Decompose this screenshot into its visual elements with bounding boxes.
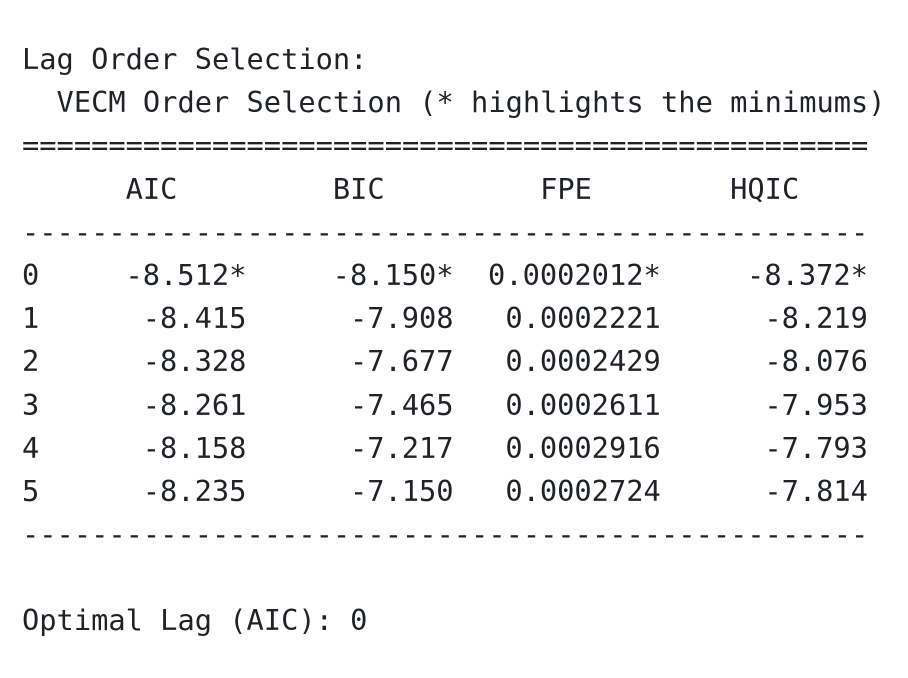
- bic-cell: -7.908: [349, 301, 454, 336]
- aic-cell: -8.158: [142, 430, 247, 465]
- section-heading: Lag Order Selection:: [22, 42, 368, 76]
- bic-cell: -7.217: [349, 430, 454, 465]
- fpe-cell: 0.0002724: [505, 473, 661, 508]
- table-row: 1 -8.415 -7.908 0.0002221 -8.219: [22, 297, 886, 340]
- table-row: 5 -8.235 -7.150 0.0002724 -7.814: [22, 470, 886, 513]
- table-title: VECM Order Selection (* highlights the m…: [22, 85, 886, 120]
- hqic-cell: -7.793: [764, 430, 868, 465]
- fpe-cell: 0.0002221: [505, 301, 661, 336]
- hqic-cell: -8.219: [764, 301, 868, 336]
- fpe-cell: 0.0002611: [505, 387, 661, 422]
- lag-cell: 0: [22, 257, 40, 292]
- bic-cell: -7.150: [349, 473, 454, 508]
- aic-cell: -8.261: [142, 387, 247, 422]
- hqic-cell: -7.953: [764, 387, 868, 422]
- hqic-cell: -7.814: [764, 473, 868, 508]
- aic-cell: -8.415: [142, 301, 247, 336]
- table-row: 0 -8.512* -8.150* 0.0002012* -8.372*: [22, 254, 886, 297]
- single-rule-bottom: ----------------------------------------…: [22, 517, 869, 552]
- bic-cell: -7.465: [349, 387, 454, 422]
- lag-cell: 3: [22, 387, 40, 422]
- table-body: 0 -8.512* -8.150* 0.0002012* -8.372* 1 -8.415 -…: [22, 254, 886, 513]
- hqic-cell: -8.076: [764, 344, 868, 379]
- table-row: 2 -8.328 -7.677 0.0002429 -8.076: [22, 340, 886, 383]
- fpe-cell: 0.0002012*: [488, 257, 661, 292]
- lag-cell: 1: [22, 301, 40, 336]
- table-row: 4 -8.158 -7.217 0.0002916 -7.793: [22, 427, 886, 470]
- table-row: 3 -8.261 -7.465 0.0002611 -7.953: [22, 384, 886, 427]
- double-rule: ========================================…: [22, 128, 869, 163]
- bic-cell: -7.677: [349, 344, 454, 379]
- bic-cell: -8.150*: [332, 257, 454, 292]
- lag-cell: 5: [22, 473, 40, 508]
- fpe-cell: 0.0002429: [505, 344, 661, 379]
- optimal-lag-line: Optimal Lag (AIC): 0: [22, 603, 368, 638]
- table-header: AIC BIC FPE HQIC: [22, 171, 834, 206]
- lag-cell: 2: [22, 344, 40, 379]
- single-rule-top: ----------------------------------------…: [22, 214, 869, 249]
- lag-cell: 4: [22, 430, 40, 465]
- aic-cell: -8.235: [142, 473, 247, 508]
- aic-cell: -8.328: [142, 344, 247, 379]
- fpe-cell: 0.0002916: [505, 430, 661, 465]
- console-output: Lag Order Selection: VECM Order Selectio…: [22, 38, 886, 643]
- hqic-cell: -8.372*: [747, 257, 868, 292]
- aic-cell: -8.512*: [125, 257, 247, 292]
